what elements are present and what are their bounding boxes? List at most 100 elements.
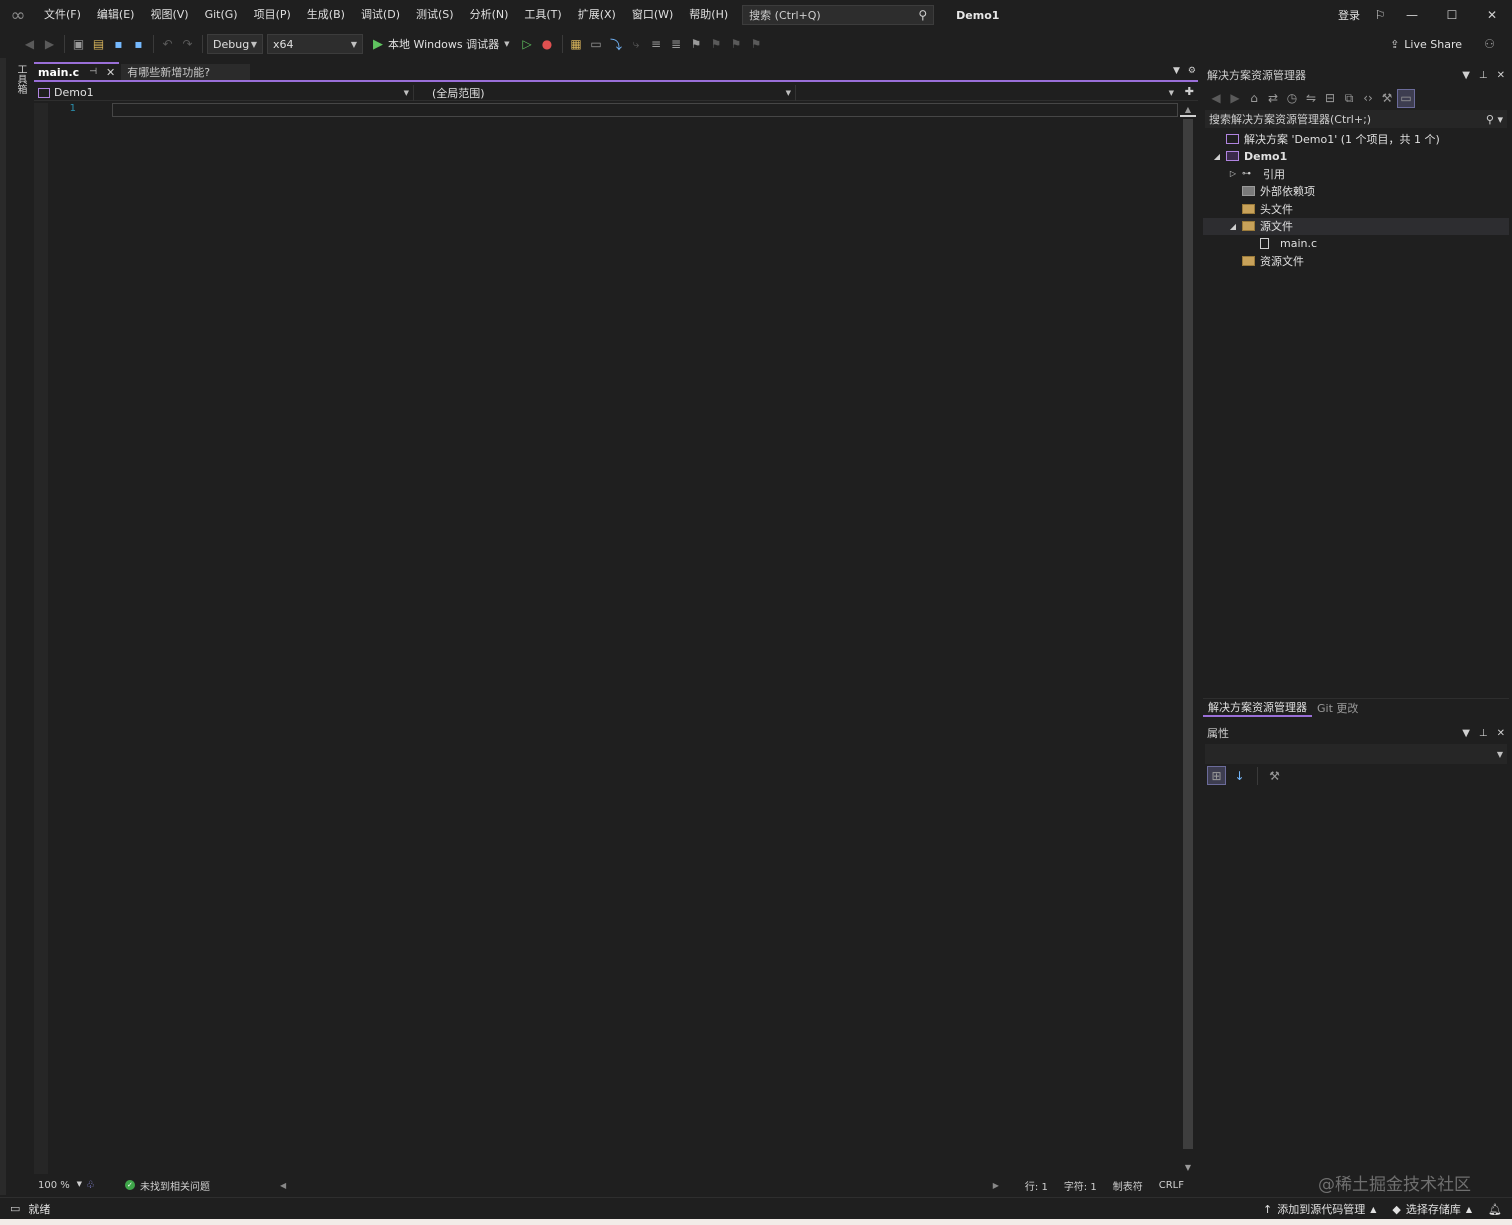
- toolbox-tab[interactable]: 工具箱: [14, 64, 26, 94]
- previous-bookmark-icon[interactable]: ⚑: [707, 35, 726, 54]
- split-window-icon[interactable]: ✚: [1185, 85, 1194, 98]
- code-cleanup-icon[interactable]: ♧: [86, 1180, 95, 1191]
- start-debugging-button[interactable]: ▶ 本地 Windows 调试器 ▼: [373, 36, 510, 52]
- notifications-bell-icon[interactable]: 🔔︎: [1488, 1203, 1502, 1216]
- forward-icon[interactable]: ▶: [1226, 89, 1244, 108]
- expanded-arrow-icon[interactable]: ◢: [1227, 222, 1239, 231]
- tab-whats-new[interactable]: 有哪些新增功能?: [121, 64, 251, 80]
- scroll-up-icon[interactable]: ▲: [1183, 105, 1193, 114]
- sign-in-link[interactable]: 登录: [1338, 7, 1360, 23]
- menu-debug[interactable]: 调试(D): [353, 0, 408, 30]
- back-icon[interactable]: ◀: [1207, 89, 1225, 108]
- navigate-back-icon[interactable]: ◀: [20, 35, 39, 54]
- categorized-icon[interactable]: ⊞: [1207, 766, 1226, 785]
- close-panel-icon[interactable]: ✕: [1497, 728, 1505, 739]
- select-repository-button[interactable]: ◆ 选择存储库 ▲: [1392, 1201, 1472, 1217]
- menu-window[interactable]: 窗口(W): [624, 0, 681, 30]
- collapsed-arrow-icon[interactable]: ▷: [1227, 169, 1239, 178]
- preview-selected-items-icon[interactable]: ▭: [1397, 88, 1415, 108]
- issues-indicator[interactable]: ✓ 未找到相关问题: [124, 1178, 210, 1193]
- tree-item-solution[interactable]: 解决方案 'Demo1' (1 个项目，共 1 个): [1203, 130, 1509, 148]
- pin-icon[interactable]: ⊥: [1479, 728, 1488, 739]
- open-file-icon[interactable]: ▤: [89, 35, 108, 54]
- properties-wrench-icon[interactable]: ⚒: [1378, 89, 1396, 108]
- menu-test[interactable]: 测试(S): [408, 0, 462, 30]
- tree-item-references[interactable]: ▷ ⊶ 引用: [1203, 165, 1509, 183]
- uncomment-lines-icon[interactable]: ≣: [667, 35, 686, 54]
- step-into-icon[interactable]: ⤷: [627, 35, 646, 54]
- zoom-select[interactable]: 100 % ▼: [34, 1180, 86, 1191]
- member-select[interactable]: ▼: [796, 85, 1178, 101]
- pin-icon[interactable]: ⊣: [89, 67, 97, 77]
- property-pages-wrench-icon[interactable]: ⚒: [1265, 766, 1284, 785]
- menu-extensions[interactable]: 扩展(X): [570, 0, 624, 30]
- tree-item-external-deps[interactable]: 外部依赖项: [1203, 183, 1509, 201]
- close-window-icon[interactable]: ✕: [1472, 0, 1512, 30]
- window-layout-icon[interactable]: ▭: [587, 35, 606, 54]
- redo-icon[interactable]: ↷: [178, 35, 197, 54]
- maximize-icon[interactable]: ☐: [1432, 0, 1472, 30]
- minimize-icon[interactable]: —: [1392, 0, 1432, 30]
- save-all-icon[interactable]: ▪: [129, 35, 148, 54]
- properties-object-select[interactable]: ▼: [1205, 744, 1507, 764]
- tree-item-project[interactable]: ◢ Demo1: [1203, 148, 1509, 166]
- solution-platform-select[interactable]: x64 ▼: [267, 34, 363, 54]
- undo-icon[interactable]: ↶: [158, 35, 177, 54]
- menu-project[interactable]: 项目(P): [246, 0, 299, 30]
- solution-configuration-select[interactable]: Debug ▼: [207, 34, 263, 54]
- pending-changes-filter-icon[interactable]: ◷: [1283, 89, 1301, 108]
- tree-item-resource-files[interactable]: 资源文件: [1203, 253, 1509, 271]
- live-share-button[interactable]: ⇪ Live Share: [1390, 38, 1462, 51]
- scroll-left-icon[interactable]: ◀: [280, 1181, 286, 1190]
- save-icon[interactable]: ▪: [109, 35, 128, 54]
- bookmark-icon[interactable]: ⚑: [687, 35, 706, 54]
- tree-item-main-c[interactable]: main.c: [1203, 235, 1509, 253]
- vertical-scrollbar[interactable]: ▲ ▼: [1180, 103, 1196, 1174]
- menu-help[interactable]: 帮助(H): [681, 0, 736, 30]
- sync-with-document-icon[interactable]: ⇋: [1302, 89, 1320, 108]
- tab-list-dropdown-icon[interactable]: ▼: [1173, 66, 1180, 76]
- next-bookmark-icon[interactable]: ⚑: [727, 35, 746, 54]
- menu-file[interactable]: 文件(F): [36, 0, 89, 30]
- view-code-icon[interactable]: ‹›: [1359, 89, 1377, 108]
- scroll-down-icon[interactable]: ▼: [1183, 1163, 1193, 1172]
- tabs-indicator[interactable]: 制表符: [1105, 1178, 1151, 1193]
- copilot-feedback-icon[interactable]: ⚇: [1480, 35, 1499, 54]
- expanded-arrow-icon[interactable]: ◢: [1211, 152, 1223, 161]
- hot-reload-icon[interactable]: ●: [538, 35, 557, 54]
- global-search-input[interactable]: 搜索 (Ctrl+Q) ⚲: [742, 5, 935, 25]
- window-position-dropdown-icon[interactable]: ▼: [1462, 70, 1470, 81]
- menu-build[interactable]: 生成(B): [299, 0, 353, 30]
- output-window-icon[interactable]: ▭: [10, 1202, 20, 1215]
- window-position-dropdown-icon[interactable]: ▼: [1462, 728, 1470, 739]
- browse-icon[interactable]: ▦: [567, 35, 586, 54]
- pin-icon[interactable]: ⊥: [1479, 70, 1488, 81]
- project-scope-select[interactable]: Demo1 ▼: [34, 84, 414, 101]
- menu-analyze[interactable]: 分析(N): [462, 0, 517, 30]
- scroll-right-icon[interactable]: ▶: [993, 1181, 999, 1190]
- start-without-debugging-icon[interactable]: ▷: [518, 35, 537, 54]
- new-project-icon[interactable]: ▣: [69, 35, 88, 54]
- tab-main-c[interactable]: main.c ⊣ ✕: [34, 62, 120, 80]
- solution-explorer-search-input[interactable]: 搜索解决方案资源管理器(Ctrl+;) ⚲ ▾: [1205, 110, 1507, 128]
- tree-item-header-files[interactable]: 头文件: [1203, 200, 1509, 218]
- menu-tools[interactable]: 工具(T): [516, 0, 569, 30]
- close-tab-icon[interactable]: ✕: [106, 66, 115, 79]
- code-text-area[interactable]: [48, 103, 1178, 1174]
- menu-edit[interactable]: 编辑(E): [89, 0, 143, 30]
- close-panel-icon[interactable]: ✕: [1497, 70, 1505, 81]
- tab-settings-gear-icon[interactable]: ⚙: [1188, 66, 1196, 76]
- global-scope-select[interactable]: (全局范围) ▼: [414, 84, 796, 101]
- menu-git[interactable]: Git(G): [197, 0, 246, 30]
- navigate-forward-icon[interactable]: ▶: [40, 35, 59, 54]
- add-to-source-control-button[interactable]: ↑ 添加到源代码管理 ▲: [1263, 1201, 1376, 1217]
- show-all-files-icon[interactable]: ⧉: [1340, 89, 1358, 108]
- comment-lines-icon[interactable]: ≡: [647, 35, 666, 54]
- visual-studio-logo-icon[interactable]: ∞: [0, 0, 36, 30]
- step-over-icon[interactable]: ⤵: [607, 35, 626, 54]
- line-indicator[interactable]: 行: 1: [1017, 1178, 1056, 1193]
- collapse-all-icon[interactable]: ⊟: [1321, 89, 1339, 108]
- switch-views-icon[interactable]: ⇄: [1264, 89, 1282, 108]
- scrollbar-thumb[interactable]: [1183, 119, 1193, 1149]
- feedback-icon[interactable]: ⚐: [1368, 0, 1392, 30]
